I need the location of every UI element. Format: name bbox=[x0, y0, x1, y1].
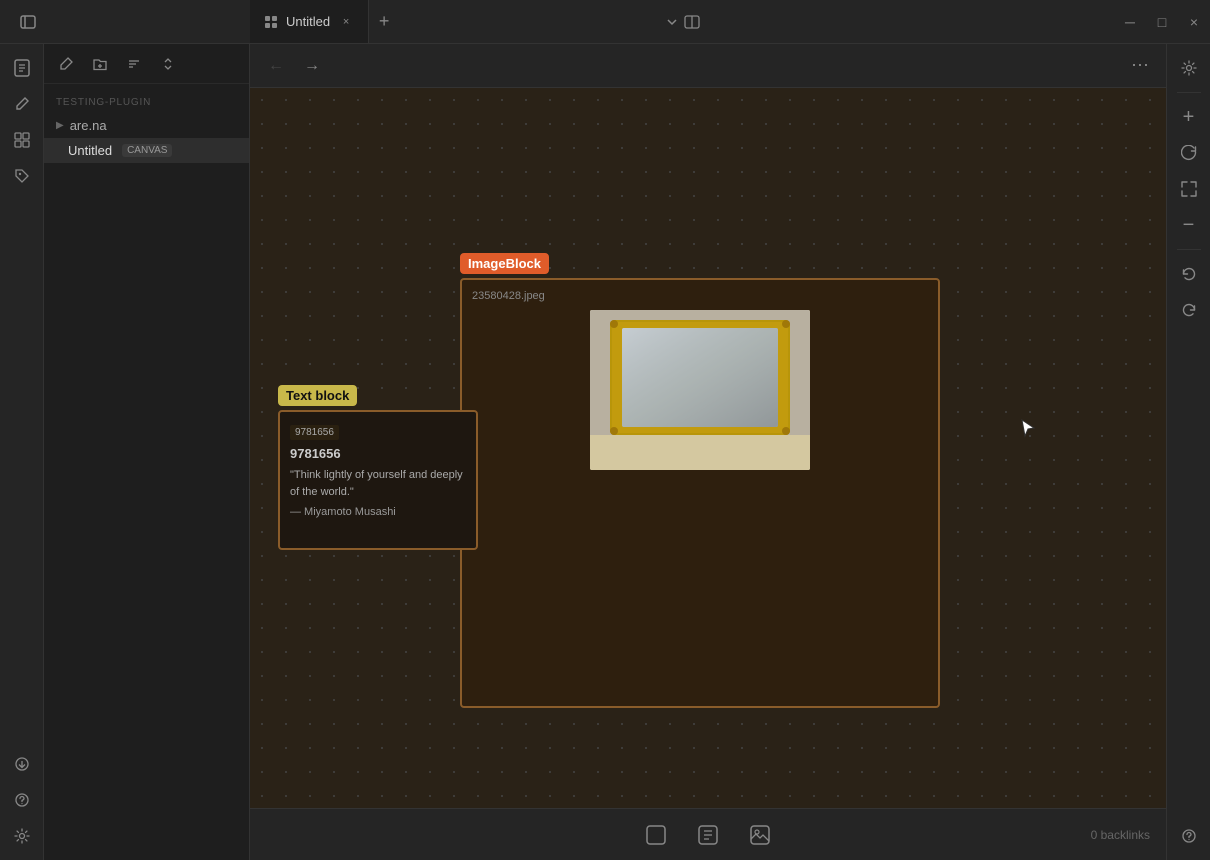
right-toolbar-divider bbox=[1177, 92, 1201, 93]
canvas-badge: CANVAS bbox=[122, 144, 172, 157]
zoom-out-button[interactable]: − bbox=[1173, 209, 1205, 241]
cursor bbox=[1020, 418, 1038, 445]
new-text-block-button[interactable] bbox=[690, 817, 726, 853]
sidebar-grid-button[interactable] bbox=[6, 124, 38, 156]
panel-new-folder-button[interactable] bbox=[86, 50, 114, 78]
image-block-label: ImageBlock bbox=[460, 253, 549, 274]
close-window-button[interactable]: × bbox=[1178, 6, 1210, 38]
split-view-button[interactable] bbox=[684, 14, 700, 30]
back-button[interactable]: ← bbox=[262, 52, 290, 80]
tab-title: Untitled bbox=[286, 14, 330, 29]
forward-button[interactable]: → bbox=[298, 52, 326, 80]
tab-close-button[interactable]: × bbox=[338, 14, 354, 30]
fullscreen-button[interactable] bbox=[1173, 173, 1205, 205]
tab-dropdown-button[interactable] bbox=[664, 14, 680, 30]
panel-edit-button[interactable] bbox=[52, 50, 80, 78]
new-block-button[interactable] bbox=[638, 817, 674, 853]
sidebar-edit-button[interactable] bbox=[6, 88, 38, 120]
panel-sort-button[interactable] bbox=[120, 50, 148, 78]
tree-chevron-icon: ▶ bbox=[56, 120, 64, 131]
reset-zoom-button[interactable] bbox=[1173, 137, 1205, 169]
new-image-block-button[interactable] bbox=[742, 817, 778, 853]
text-block-label: Text block bbox=[278, 385, 357, 406]
text-block-wrapper: Text block 9781656 9781656 "Think lightl… bbox=[278, 385, 478, 550]
sidebar-import-button[interactable] bbox=[6, 748, 38, 780]
image-preview bbox=[590, 310, 810, 470]
image-block-wrapper: ImageBlock 23580428.jpeg bbox=[460, 253, 940, 708]
left-panel-toolbar bbox=[44, 44, 249, 84]
tree-item-label: are.na bbox=[70, 118, 107, 133]
sidebar-help-button[interactable] bbox=[6, 784, 38, 816]
titlebar: Untitled × + ─ □ × bbox=[0, 0, 1210, 44]
zoom-in-button[interactable]: + bbox=[1173, 101, 1205, 133]
maximize-button[interactable]: □ bbox=[1146, 6, 1178, 38]
tree-item-untitled-label: Untitled bbox=[68, 143, 112, 158]
redo-button[interactable] bbox=[1173, 294, 1205, 326]
tree-plugin-label: TESTING-PLUGIN bbox=[44, 92, 249, 113]
sidebar-tag-button[interactable] bbox=[6, 160, 38, 192]
text-block-author: — Miyamoto Musashi bbox=[290, 506, 466, 518]
active-tab[interactable]: Untitled × bbox=[250, 0, 369, 43]
titlebar-controls bbox=[652, 14, 712, 30]
canvas-area-wrapper: ← → ⋯ ImageBlock 23580428.jpeg bbox=[250, 44, 1166, 860]
backlinks-count: 0 backlinks bbox=[1091, 828, 1150, 842]
image-block-content[interactable]: 23580428.jpeg bbox=[460, 278, 940, 708]
file-tree: TESTING-PLUGIN ▶ are.na Untitled CANVAS bbox=[44, 84, 249, 860]
right-toolbar: + − bbox=[1166, 44, 1210, 860]
text-block-id: 9781656 bbox=[290, 446, 466, 461]
add-tab-button[interactable]: + bbox=[369, 7, 399, 37]
undo-button[interactable] bbox=[1173, 258, 1205, 290]
sidebar-new-page-button[interactable] bbox=[6, 52, 38, 84]
panel-expand-button[interactable] bbox=[154, 50, 182, 78]
titlebar-left bbox=[0, 6, 250, 38]
right-toolbar-divider-2 bbox=[1177, 249, 1201, 250]
bottom-bar: 0 backlinks bbox=[250, 808, 1166, 860]
left-panel: TESTING-PLUGIN ▶ are.na Untitled CANVAS bbox=[44, 44, 250, 860]
sidebar-settings-button[interactable] bbox=[6, 820, 38, 852]
image-filename: 23580428.jpeg bbox=[472, 290, 928, 302]
canvas[interactable]: ImageBlock 23580428.jpeg bbox=[250, 88, 1166, 808]
more-menu-button[interactable]: ⋯ bbox=[1126, 52, 1154, 80]
tree-item-untitled[interactable]: Untitled CANVAS bbox=[44, 138, 249, 163]
text-block-content[interactable]: 9781656 9781656 "Think lightly of yourse… bbox=[278, 410, 478, 550]
canvas-toolbar: ← → ⋯ bbox=[250, 44, 1166, 88]
text-block-id-badge: 9781656 bbox=[290, 425, 339, 440]
sidebar-icons bbox=[0, 44, 44, 860]
text-block-quote: "Think lightly of yourself and deeply of… bbox=[290, 467, 466, 500]
settings-panel-button[interactable] bbox=[1173, 52, 1205, 84]
sidebar-toggle-button[interactable] bbox=[12, 6, 44, 38]
minimize-button[interactable]: ─ bbox=[1114, 6, 1146, 38]
titlebar-tabs: Untitled × + bbox=[250, 0, 652, 43]
help-button[interactable] bbox=[1173, 820, 1205, 852]
main-layout: TESTING-PLUGIN ▶ are.na Untitled CANVAS … bbox=[0, 44, 1210, 860]
tab-grid-icon bbox=[264, 15, 278, 29]
tree-item-arena[interactable]: ▶ are.na bbox=[44, 113, 249, 138]
